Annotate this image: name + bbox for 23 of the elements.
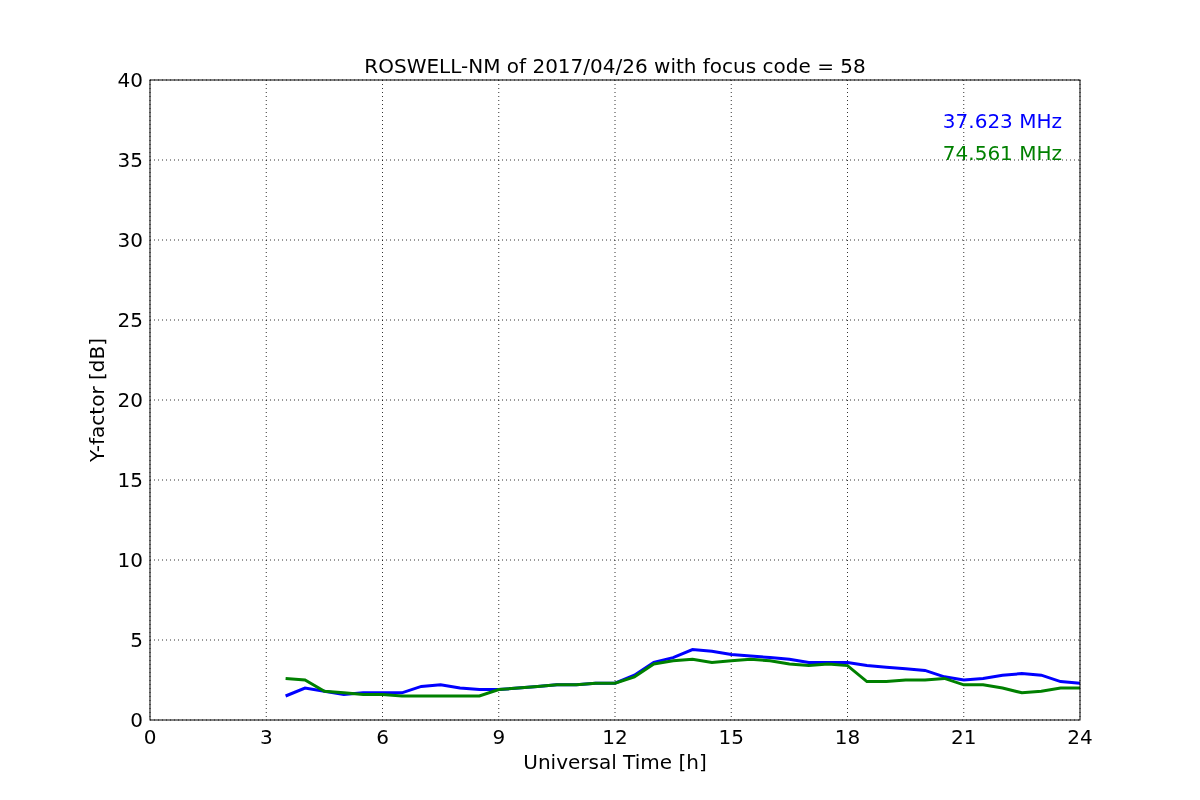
tick-label: 25 — [117, 308, 143, 332]
tick-label: 30 — [117, 228, 143, 252]
tick-label: 3 — [259, 725, 273, 749]
tick-label: 10 — [117, 548, 143, 572]
tick-label: 0 — [130, 708, 143, 732]
tick-label: 6 — [376, 725, 389, 749]
tick-label: 12 — [602, 725, 628, 749]
tick-label: 35 — [117, 148, 143, 172]
legend-label: 37.623 MHz — [942, 109, 1062, 133]
chart-title: ROSWELL-NM of 2017/04/26 with focus code = 58 — [364, 54, 866, 78]
tick-label: 15 — [718, 725, 744, 749]
tick-label: 9 — [492, 725, 506, 749]
axis-label: Y-factor [dB] — [85, 338, 109, 462]
tick-label: 18 — [834, 725, 861, 749]
axis-label: Universal Time [h] — [523, 750, 707, 774]
legend-label: 74.561 MHz — [942, 141, 1062, 165]
tick-label: 15 — [117, 468, 143, 492]
tick-label: 0 — [143, 725, 157, 749]
tick-label: 24 — [1067, 725, 1093, 749]
tick-label: 21 — [951, 725, 977, 749]
tick-label: 5 — [130, 628, 143, 652]
tick-label: 20 — [117, 388, 143, 412]
tick-label: 40 — [117, 68, 143, 92]
